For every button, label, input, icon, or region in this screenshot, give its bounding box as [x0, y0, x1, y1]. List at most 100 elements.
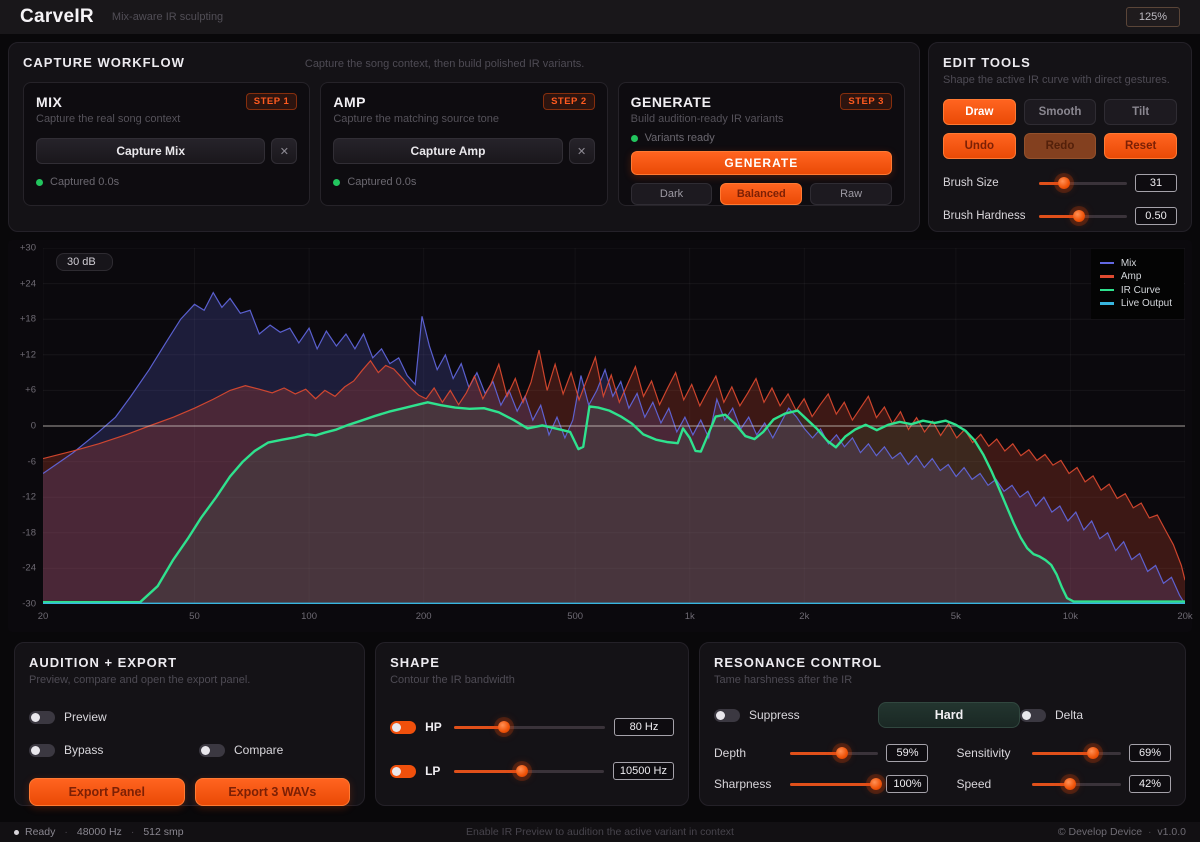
- suppress-toggle-label: Suppress: [749, 708, 800, 722]
- sensitivity-value[interactable]: 69%: [1129, 744, 1171, 762]
- capture-mix-button[interactable]: Capture Mix: [36, 138, 265, 164]
- variant-raw-button[interactable]: Raw: [810, 183, 892, 205]
- legend-swatch: [1100, 262, 1114, 265]
- sensitivity-slider[interactable]: [1032, 746, 1121, 760]
- mix-captured-status: Captured 0.0s: [50, 176, 119, 188]
- compare-toggle[interactable]: [199, 744, 225, 757]
- speed-value[interactable]: 42%: [1129, 775, 1171, 793]
- clear-mix-button[interactable]: ✕: [271, 138, 297, 164]
- sharpness-label: Sharpness: [714, 777, 782, 791]
- legend-label: Amp: [1121, 271, 1142, 282]
- brush-hardness-slider-thumb[interactable]: [1073, 210, 1085, 222]
- delta-toggle[interactable]: [1020, 709, 1046, 722]
- chart-legend: Mix Amp IR Curve Live Output: [1091, 249, 1184, 319]
- brush-hardness-slider[interactable]: [1039, 209, 1127, 223]
- shape-subtitle: Contour the IR bandwidth: [390, 674, 674, 686]
- export-3-wavs-button[interactable]: Export 3 WAVs: [195, 778, 351, 806]
- spectrum-chart[interactable]: +30+24+18+12+60-6-12-18-24-30 2050100200…: [8, 240, 1192, 632]
- mix-card-subtitle: Capture the real song context: [36, 113, 297, 125]
- hp-frequency-value[interactable]: 80 Hz: [614, 718, 674, 736]
- mix-card: MIX STEP 1 Capture the real song context…: [23, 82, 310, 206]
- bypass-toggle-label: Bypass: [64, 743, 103, 757]
- lp-slider-thumb[interactable]: [516, 765, 528, 777]
- sensitivity-slider-thumb[interactable]: [1087, 747, 1099, 759]
- smooth-tool-button[interactable]: Smooth: [1024, 99, 1097, 125]
- suppress-toggle[interactable]: [714, 709, 740, 722]
- brush-hardness-label: Brush Hardness: [943, 210, 1031, 222]
- depth-value[interactable]: 59%: [886, 744, 928, 762]
- resonance-control-panel: RESONANCE CONTROL Tame harshness after t…: [699, 642, 1186, 806]
- legend-swatch: [1100, 289, 1114, 292]
- shape-panel: SHAPE Contour the IR bandwidth HP 80 Hz …: [375, 642, 689, 806]
- sharpness-value[interactable]: 100%: [886, 775, 928, 793]
- lp-frequency-value[interactable]: 10500 Hz: [613, 762, 674, 780]
- hp-slider-thumb[interactable]: [498, 721, 510, 733]
- brush-size-value[interactable]: 31: [1135, 174, 1177, 192]
- db-range-selector[interactable]: 30 dB: [56, 253, 113, 271]
- audition-export-panel: AUDITION + EXPORT Preview, compare and o…: [14, 642, 365, 806]
- resonance-title: RESONANCE CONTROL: [714, 655, 1171, 670]
- variants-ready-status: Variants ready: [645, 132, 715, 144]
- brush-size-label: Brush Size: [943, 177, 1031, 189]
- shape-title: SHAPE: [390, 655, 674, 670]
- legend-label: Mix: [1121, 258, 1137, 269]
- delta-toggle-label: Delta: [1055, 708, 1083, 722]
- speed-slider-thumb[interactable]: [1064, 778, 1076, 790]
- copyright-version: © Develop Device · v1.0.0: [1058, 826, 1186, 838]
- lp-frequency-slider[interactable]: [454, 764, 604, 778]
- sharpness-slider[interactable]: [790, 777, 878, 791]
- sharpness-slider-thumb[interactable]: [870, 778, 882, 790]
- app-title: CarveIR: [20, 6, 94, 28]
- legend-item-mix: Mix: [1100, 258, 1172, 269]
- generate-card-title: GENERATE: [631, 94, 712, 110]
- status-hint: Enable IR Preview to audition the active…: [0, 826, 1200, 838]
- hard-mode-button[interactable]: Hard: [878, 702, 1020, 728]
- depth-slider-thumb[interactable]: [836, 747, 848, 759]
- export-panel-button[interactable]: Export Panel: [29, 778, 185, 806]
- preview-toggle-label: Preview: [64, 710, 107, 724]
- app-tagline: Mix-aware IR sculpting: [112, 11, 223, 23]
- step-2-badge: STEP 2: [543, 93, 595, 110]
- step-1-badge: STEP 1: [246, 93, 298, 110]
- legend-label: IR Curve: [1121, 285, 1160, 296]
- generate-card-subtitle: Build audition-ready IR variants: [631, 113, 892, 125]
- edit-tools-panel: EDIT TOOLS Shape the active IR curve wit…: [928, 42, 1192, 232]
- variants-ready-dot: [631, 135, 638, 142]
- clear-amp-button[interactable]: ✕: [569, 138, 595, 164]
- spectrum-plot-area[interactable]: [43, 248, 1185, 604]
- capture-amp-button[interactable]: Capture Amp: [333, 138, 562, 164]
- edit-tools-subtitle: Shape the active IR curve with direct ge…: [943, 74, 1177, 86]
- legend-label: Live Output: [1121, 298, 1172, 309]
- lp-toggle[interactable]: [390, 765, 416, 778]
- variant-dark-button[interactable]: Dark: [631, 183, 713, 205]
- edit-tools-title: EDIT TOOLS: [943, 55, 1177, 70]
- amp-captured-status: Captured 0.0s: [347, 176, 416, 188]
- brush-size-slider-thumb[interactable]: [1058, 177, 1070, 189]
- hp-frequency-slider[interactable]: [454, 720, 605, 734]
- lp-label: LP: [425, 764, 445, 778]
- hp-toggle[interactable]: [390, 721, 416, 734]
- brush-hardness-value[interactable]: 0.50: [1135, 207, 1177, 225]
- draw-tool-button[interactable]: Draw: [943, 99, 1016, 125]
- variant-balanced-button[interactable]: Balanced: [720, 183, 802, 205]
- mix-card-title: MIX: [36, 94, 62, 110]
- amp-captured-status-dot: [333, 179, 340, 186]
- legend-item-ir-curve: IR Curve: [1100, 285, 1172, 296]
- redo-button[interactable]: Redo: [1024, 133, 1097, 159]
- legend-item-live-output: Live Output: [1100, 298, 1172, 309]
- speed-slider[interactable]: [1032, 777, 1121, 791]
- brush-size-slider[interactable]: [1039, 176, 1127, 190]
- reset-button[interactable]: Reset: [1104, 133, 1177, 159]
- audition-subtitle: Preview, compare and open the export pan…: [29, 674, 350, 686]
- capture-workflow-panel: CAPTURE WORKFLOW Capture the song contex…: [8, 42, 920, 232]
- bypass-toggle[interactable]: [29, 744, 55, 757]
- depth-slider[interactable]: [790, 746, 879, 760]
- legend-swatch: [1100, 302, 1114, 305]
- legend-swatch: [1100, 275, 1114, 278]
- generate-button[interactable]: GENERATE: [631, 151, 892, 175]
- undo-button[interactable]: Undo: [943, 133, 1016, 159]
- ui-zoom-selector[interactable]: 125%: [1126, 7, 1180, 27]
- spectrum-curves: [43, 248, 1185, 604]
- tilt-tool-button[interactable]: Tilt: [1104, 99, 1177, 125]
- preview-toggle[interactable]: [29, 711, 55, 724]
